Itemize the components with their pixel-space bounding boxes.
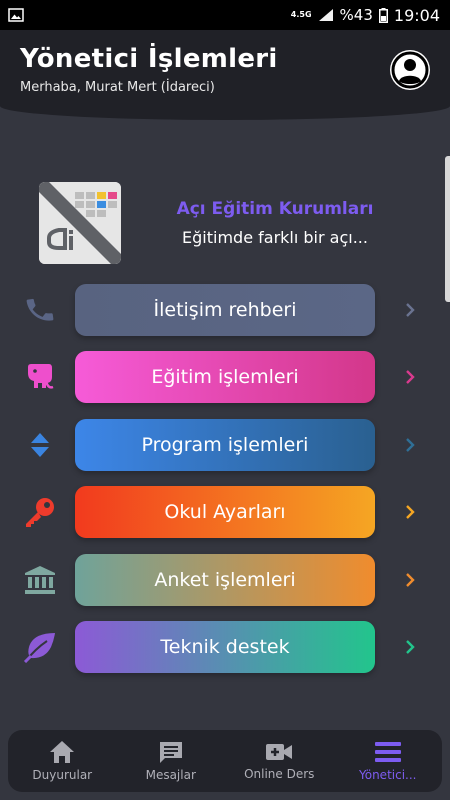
chevron-right-icon: [400, 500, 420, 524]
clock: 19:04: [393, 5, 440, 25]
message-icon: [159, 742, 182, 763]
bottom-navigation: Duyurular Mesajlar Online Ders Yönetici.…: [8, 730, 442, 792]
signal-icon: [318, 8, 334, 22]
nav-label: Online Ders: [244, 767, 315, 781]
contacts-button[interactable]: İletişim rehberi: [75, 284, 375, 336]
institution-name: Açı Eğitim Kurumları: [176, 199, 374, 219]
survey-button[interactable]: Anket işlemleri: [75, 554, 375, 606]
home-icon: [50, 741, 75, 763]
menu-row-contacts[interactable]: İletişim rehberi: [0, 284, 450, 336]
menu-icon: [374, 742, 401, 762]
network-type: 4.5G: [290, 10, 312, 19]
nav-announcements[interactable]: Duyurular: [8, 730, 117, 792]
nav-label: Duyurular: [32, 768, 93, 782]
video-camera-icon: [266, 744, 293, 760]
menu-row-program[interactable]: Program işlemleri: [0, 419, 450, 471]
status-bar: 4.5G %43 19:04: [0, 0, 450, 30]
bank-icon: [22, 564, 58, 596]
institution-slogan: Eğitimde farklı bir açı...: [182, 228, 368, 247]
profile-avatar-button[interactable]: [390, 50, 430, 90]
chevron-right-icon: [400, 635, 420, 659]
chevron-right-icon: [400, 365, 420, 389]
battery-percentage: %43: [339, 6, 373, 24]
key-icon: [22, 496, 58, 528]
elephant-icon: [22, 361, 58, 393]
app-header: Yönetici İşlemleri Merhaba, Murat Mert (…: [0, 30, 450, 120]
school-settings-button[interactable]: Okul Ayarları: [75, 486, 375, 538]
greeting-text: Merhaba, Murat Mert (İdareci): [20, 80, 215, 95]
nav-label: Mesajlar: [145, 768, 196, 782]
institution-logo: [39, 182, 121, 264]
nav-label: Yönetici...: [359, 768, 417, 782]
menu-row-education[interactable]: Eğitim işlemleri: [0, 351, 450, 403]
menu-row-support[interactable]: Teknik destek: [0, 621, 450, 673]
program-button[interactable]: Program işlemleri: [75, 419, 375, 471]
nav-online-lesson[interactable]: Online Ders: [225, 730, 334, 792]
nav-admin[interactable]: Yönetici...: [334, 730, 443, 792]
chevron-right-icon: [400, 568, 420, 592]
support-button[interactable]: Teknik destek: [75, 621, 375, 673]
nav-messages[interactable]: Mesajlar: [117, 730, 226, 792]
page-title: Yönetici İşlemleri: [20, 44, 278, 74]
chevron-right-icon: [400, 433, 420, 457]
sort-arrows-icon: [22, 429, 58, 461]
user-icon: [391, 51, 429, 89]
scrollbar-thumb[interactable]: [445, 156, 450, 302]
leaf-icon: [22, 631, 58, 663]
menu-row-school-settings[interactable]: Okul Ayarları: [0, 486, 450, 538]
menu-row-survey[interactable]: Anket işlemleri: [0, 554, 450, 606]
battery-icon: [378, 7, 388, 23]
gallery-notification-icon: [8, 8, 24, 22]
chevron-right-icon: [400, 298, 420, 322]
education-button[interactable]: Eğitim işlemleri: [75, 351, 375, 403]
phone-icon: [22, 294, 58, 326]
